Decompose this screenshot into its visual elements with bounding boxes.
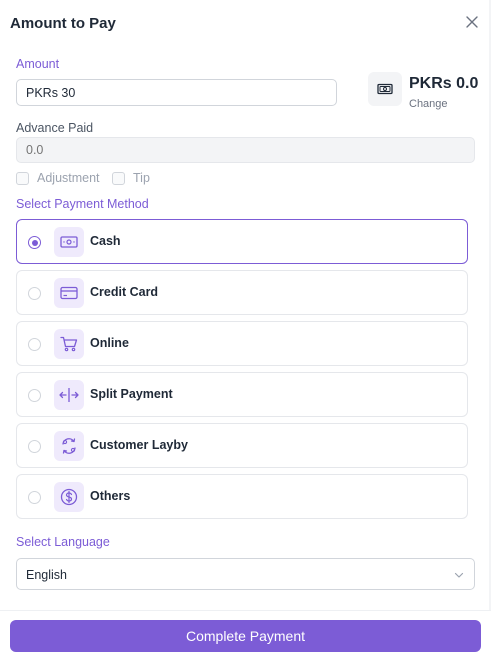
close-icon (466, 16, 478, 28)
radio-credit-card[interactable] (28, 287, 41, 300)
method-label-others: Others (90, 489, 131, 503)
advance-paid-label: Advance Paid (16, 121, 94, 135)
radio-customer-layby[interactable] (28, 440, 41, 453)
radio-others[interactable] (28, 491, 41, 504)
radio-split-payment[interactable] (28, 389, 41, 402)
amount-input[interactable] (16, 79, 337, 106)
payment-method-others[interactable]: Others (16, 474, 468, 519)
chevron-down-icon (454, 572, 464, 578)
tip-checkbox-row[interactable]: Tip (112, 171, 150, 185)
payment-method-layby[interactable]: Customer Layby (16, 423, 468, 468)
advance-paid-input (16, 137, 475, 163)
language-select[interactable]: English (16, 558, 475, 590)
complete-payment-button[interactable]: Complete Payment (10, 620, 481, 652)
amount-label: Amount (16, 57, 60, 71)
payment-method-credit-card[interactable]: Credit Card (16, 270, 468, 315)
method-label-online: Online (90, 336, 129, 350)
dollar-circle-icon (54, 482, 84, 512)
radio-online[interactable] (28, 338, 41, 351)
split-arrows-icon (54, 380, 84, 410)
adjustment-label: Adjustment (37, 171, 100, 185)
payment-method-online[interactable]: Online (16, 321, 468, 366)
radio-cash[interactable] (28, 236, 41, 249)
credit-card-icon (54, 278, 84, 308)
amount-to-pay-modal: Amount to Pay Amount PKRs 0.0 Change Adv… (0, 0, 491, 661)
cash-icon (54, 227, 84, 257)
method-label-split-payment: Split Payment (90, 387, 173, 401)
method-label-cash: Cash (90, 234, 121, 248)
cart-icon (54, 329, 84, 359)
modal-title: Amount to Pay (10, 15, 116, 32)
language-value: English (26, 568, 67, 582)
payment-method-split[interactable]: Split Payment (16, 372, 468, 417)
cash-icon (377, 83, 393, 95)
language-label: Select Language (16, 535, 110, 549)
close-button[interactable] (462, 12, 482, 32)
payment-method-cash[interactable]: Cash (16, 219, 468, 264)
change-label: Change (409, 98, 448, 110)
footer-divider (0, 610, 491, 611)
adjustment-checkbox[interactable] (16, 171, 29, 185)
change-cash-icon-box (368, 72, 402, 106)
change-amount: PKRs 0.0 (409, 75, 479, 92)
cycle-icon (54, 431, 84, 461)
method-label-customer-layby: Customer Layby (90, 438, 188, 452)
adjustment-checkbox-row[interactable]: Adjustment (16, 171, 100, 185)
payment-method-label: Select Payment Method (16, 197, 149, 211)
tip-label: Tip (133, 171, 150, 185)
method-label-credit-card: Credit Card (90, 285, 159, 299)
tip-checkbox[interactable] (112, 171, 125, 185)
